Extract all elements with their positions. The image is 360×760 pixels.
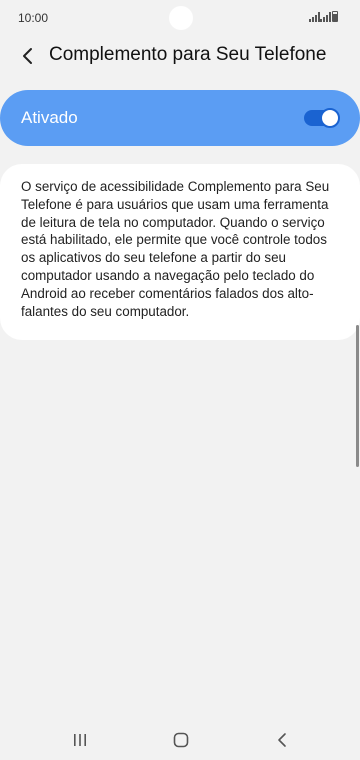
back-icon (278, 733, 286, 747)
page-title: Complemento para Seu Telefone (49, 44, 327, 65)
battery-icon (332, 11, 338, 22)
description-card: O serviço de acessibilidade Complemento … (0, 164, 360, 340)
home-button[interactable] (161, 720, 201, 760)
recents-icon (74, 734, 86, 746)
description-text: O serviço de acessibilidade Complemento … (21, 179, 330, 319)
toggle-label: Ativado (21, 108, 78, 127)
enable-switch[interactable] (304, 108, 340, 128)
signal-icon (320, 12, 331, 22)
recents-button[interactable] (60, 720, 100, 760)
scrollbar[interactable] (356, 325, 359, 467)
status-bar: 10:00 (0, 0, 360, 36)
switch-thumb (320, 108, 340, 128)
home-icon (173, 732, 189, 748)
camera-cutout (169, 6, 193, 30)
nav-back-button[interactable] (262, 720, 302, 760)
nav-bar (0, 720, 360, 760)
screen: 10:00 Complemento para Seu Telefone Ativ… (0, 0, 360, 760)
chevron-left-icon (23, 48, 32, 64)
status-time: 10:00 (18, 11, 49, 25)
back-button[interactable] (14, 42, 42, 70)
signal-icon (309, 12, 320, 22)
